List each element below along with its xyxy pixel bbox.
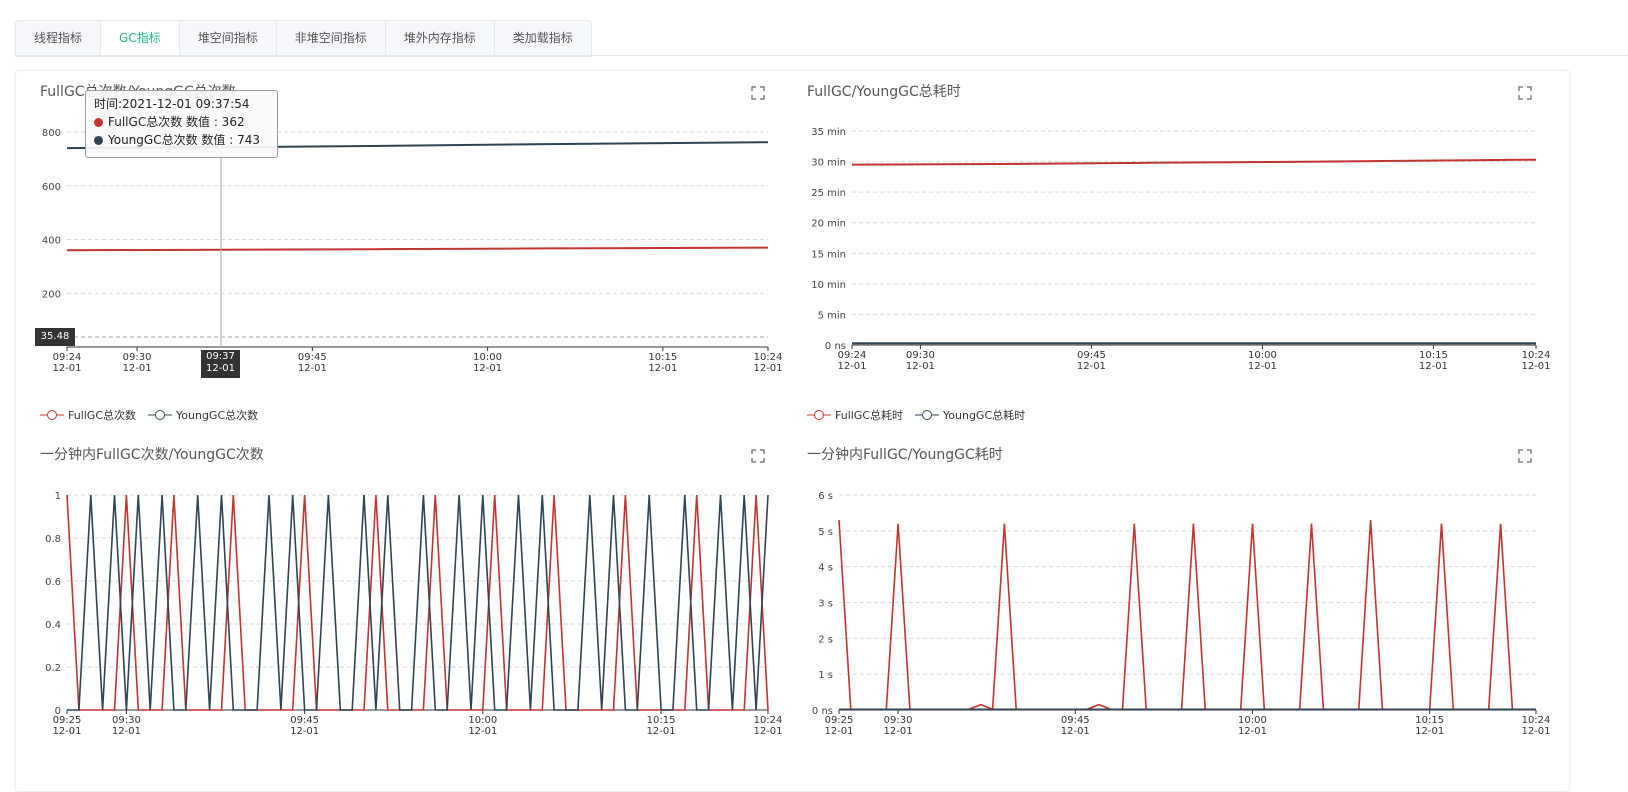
x-pointer-time: 09:37	[206, 351, 235, 362]
y-tick-label: 0.4	[45, 620, 61, 631]
x-tick-date: 12-01	[1077, 361, 1106, 372]
tooltip-fullgc-value: FullGC总次数 数值 : 362	[108, 115, 245, 129]
series-line-fullgc	[851, 158, 1537, 166]
y-tick-label: 600	[42, 182, 61, 193]
y-axis-pointer-label: 35.48	[35, 328, 75, 346]
x-tick-label: 09:30	[123, 352, 152, 363]
y-tick-label: 20 min	[811, 219, 846, 230]
y-tick-label: 25 min	[811, 188, 846, 199]
y-tick-label: 5 s	[818, 527, 833, 538]
x-tick-date: 12-01	[1521, 361, 1550, 372]
y-tick-label: 35 min	[811, 127, 846, 138]
x-tick-date: 12-01	[1415, 726, 1444, 737]
x-tick-label: 09:30	[906, 350, 935, 361]
x-tick-label: 09:24	[838, 350, 867, 361]
y-tick-label: 0.6	[45, 577, 61, 588]
x-tick-label: 09:45	[1061, 715, 1090, 726]
y-tick-label: 400	[42, 236, 61, 247]
tooltip-younggc-row: YoungGC总次数 数值 : 743	[94, 131, 269, 149]
x-tick-label: 10:15	[1419, 350, 1448, 361]
series-dot-icon	[94, 118, 103, 127]
x-tick-date: 12-01	[468, 726, 497, 737]
y-tick-label: 0.8	[45, 534, 61, 545]
x-tick-date: 12-01	[290, 726, 319, 737]
tooltip-time: 时间:2021-12-01 09:37:54	[94, 97, 250, 111]
x-tick-date: 12-01	[1061, 726, 1090, 737]
x-tick-date: 12-01	[1419, 361, 1448, 372]
x-tick-date: 12-01	[647, 726, 676, 737]
x-pointer-date: 12-01	[205, 363, 236, 374]
x-axis-pointer-label: 09:37 12-01	[201, 350, 240, 378]
x-tick-date: 12-01	[906, 361, 935, 372]
series-dot-icon	[94, 136, 103, 145]
y-tick-label: 10 min	[811, 280, 846, 291]
x-tick-label: 10:00	[1248, 350, 1277, 361]
x-tick-date: 12-01	[473, 363, 502, 374]
x-tick-label: 10:15	[647, 715, 676, 726]
x-tick-date: 12-01	[837, 361, 866, 372]
x-tick-label: 10:24	[1522, 350, 1551, 361]
x-tick-label: 09:45	[298, 352, 327, 363]
x-tick-label: 10:15	[648, 352, 677, 363]
x-tick-label: 09:24	[53, 352, 82, 363]
chart-tooltip: 时间:2021-12-01 09:37:54 FullGC总次数 数值 : 36…	[85, 90, 278, 158]
tooltip-fullgc-row: FullGC总次数 数值 : 362	[94, 113, 269, 131]
x-tick-date: 12-01	[824, 726, 853, 737]
x-tick-date: 12-01	[298, 363, 327, 374]
x-tick-label: 10:00	[1238, 715, 1267, 726]
y-tick-label: 1	[55, 491, 61, 502]
x-tick-label: 10:24	[754, 715, 783, 726]
x-tick-date: 12-01	[1248, 361, 1277, 372]
x-tick-label: 09:45	[290, 715, 319, 726]
x-tick-date: 12-01	[52, 726, 81, 737]
x-tick-date: 12-01	[1238, 726, 1267, 737]
x-tick-date: 12-01	[1521, 726, 1550, 737]
tooltip-younggc-value: YoungGC总次数 数值 : 743	[108, 133, 260, 147]
series-line-fullgc	[838, 520, 1536, 711]
x-tick-label: 09:45	[1077, 350, 1106, 361]
x-tick-label: 09:30	[884, 715, 913, 726]
x-tick-label: 10:24	[1522, 715, 1551, 726]
y-tick-label: 3 s	[818, 599, 833, 610]
y-tick-label: 15 min	[811, 249, 846, 260]
x-tick-date: 12-01	[884, 726, 913, 737]
x-tick-date: 12-01	[52, 363, 81, 374]
y-tick-label: 1 s	[818, 670, 833, 681]
y-tick-label: 5 min	[818, 310, 846, 321]
x-tick-label: 09:25	[53, 715, 82, 726]
x-tick-label: 10:00	[473, 352, 502, 363]
x-tick-label: 09:25	[825, 715, 854, 726]
y-tick-label: 0.2	[45, 663, 61, 674]
y-tick-label: 2 s	[818, 634, 833, 645]
x-tick-date: 12-01	[648, 363, 677, 374]
y-tick-label: 200	[42, 289, 61, 300]
y-tick-label: 30 min	[811, 158, 846, 169]
y-tick-label: 800	[42, 128, 61, 139]
y-tick-label: 4 s	[818, 563, 833, 574]
x-tick-date: 12-01	[123, 363, 152, 374]
x-tick-label: 09:30	[112, 715, 141, 726]
x-tick-date: 12-01	[112, 726, 141, 737]
x-tick-label: 10:00	[468, 715, 497, 726]
x-tick-date: 12-01	[753, 726, 782, 737]
series-line-fullgc	[66, 246, 769, 252]
x-tick-label: 10:24	[754, 352, 783, 363]
x-tick-label: 10:15	[1415, 715, 1444, 726]
y-tick-label: 6 s	[818, 491, 833, 502]
x-tick-date: 12-01	[753, 363, 782, 374]
